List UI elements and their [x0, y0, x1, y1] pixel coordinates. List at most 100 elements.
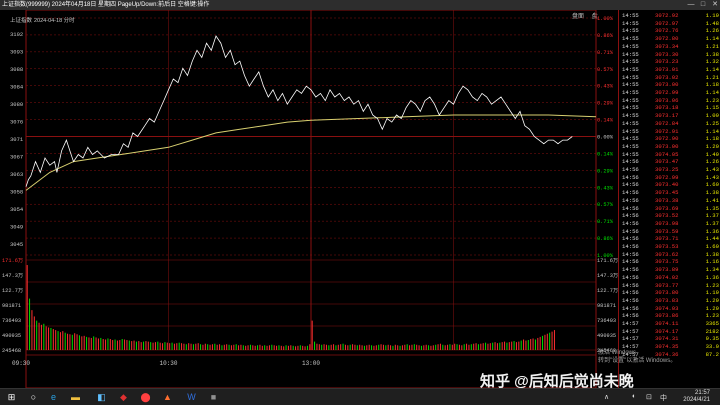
clock-date: 2024/4/21	[683, 397, 710, 403]
tick-price: 3073.47	[655, 158, 679, 166]
tray-chevron-icon[interactable]: ∧	[604, 393, 609, 401]
maximize-button[interactable]: □	[698, 0, 708, 10]
tick-row: 14:55 3073.18 1.15	[619, 104, 720, 112]
tick-time: 14:55	[622, 104, 639, 112]
tick-time: 14:56	[622, 166, 639, 173]
tick-row: 14:56 3072.99 1.43	[619, 174, 720, 182]
tick-price: 3073.80	[655, 289, 679, 297]
tick-volume: 1.26	[705, 27, 719, 35]
tick-row: 14:55 3072.99 1.14	[619, 89, 720, 97]
percent-label: 0.29%	[597, 101, 614, 107]
tick-time: 14:56	[622, 196, 639, 204]
time-label: 09:30	[12, 360, 30, 367]
tick-row: 14:56 3073.47 1.26	[619, 158, 720, 166]
tick-price: 3073.18	[655, 104, 679, 112]
volume-label: 245468	[2, 348, 21, 354]
tick-row: 14:55 3073.23 1.32	[619, 58, 720, 66]
tick-volume: 1.23	[705, 281, 719, 289]
tick-row: 14:56 3073.45 1.38	[619, 189, 720, 197]
tick-time: 14:57	[622, 335, 639, 343]
tick-price: 3073.17	[655, 112, 679, 120]
tick-volume: 1.60	[705, 181, 719, 189]
tick-price: 3073.77	[655, 281, 679, 289]
tick-detail-list[interactable]: 14:55 3072.92 1.19 14:55 3072.97 1.48 14:55 307…	[618, 10, 720, 388]
time-axis: 09:30 10:30 13:00	[12, 360, 320, 367]
tick-time: 14:56	[622, 266, 639, 274]
search-icon[interactable]: ○	[28, 392, 39, 403]
tick-row: 14:55 3073.17 1.09	[619, 112, 720, 120]
tick-volume: 1.38	[705, 189, 719, 197]
edge-browser-icon[interactable]: e	[48, 392, 59, 403]
title-bar: 上证指数(999999) 2024年04月18日 星期四 PageUp/Down…	[0, 0, 720, 10]
tick-price: 3073.00	[655, 81, 679, 89]
app-grey-icon[interactable]: ■	[208, 392, 219, 403]
percent-label: 0.29%	[597, 168, 614, 174]
tick-volume: 87.2	[705, 350, 719, 358]
tick-time: 14:56	[622, 173, 639, 181]
folder-icon[interactable]: ▬	[70, 392, 81, 403]
speaker-icon[interactable]: ◐	[632, 393, 636, 400]
activate-title: 激活 Windows	[598, 350, 637, 356]
tick-row: 14:55 3073.00 1.20	[619, 143, 720, 151]
price-label: 3058	[10, 189, 23, 196]
app-orange-icon[interactable]: ▲	[162, 392, 173, 403]
tick-time: 14:56	[622, 227, 639, 235]
tick-row: 14:56 3073.38 1.41	[619, 197, 720, 205]
window-title: 上证指数(999999) 2024年04月18日 星期四 PageUp/Down…	[2, 2, 210, 8]
tick-price: 3073.45	[655, 189, 679, 197]
tick-row: 14:55 3073.06 1.23	[619, 97, 720, 105]
tick-row: 14:55 3072.92 1.19	[619, 12, 720, 20]
volume-label: 147.3万	[597, 272, 618, 279]
ime-icon[interactable]: 中	[660, 393, 667, 403]
tick-price: 3073.23	[655, 58, 679, 66]
tick-volume: 1.48	[705, 19, 719, 27]
intraday-chart[interactable]: 上证指数 2024-04-18 分时 310230933088308430803…	[0, 10, 618, 388]
volume-label: 981871	[2, 303, 21, 309]
tick-time: 14:55	[622, 73, 639, 81]
tick-volume: 1.19	[705, 12, 719, 19]
price-line	[25, 35, 573, 187]
tick-time: 14:55	[622, 27, 639, 35]
tick-volume: 1.14	[705, 35, 719, 43]
minimize-button[interactable]: —	[686, 0, 696, 10]
tick-row: 14:55 3073.01 1.14	[619, 66, 720, 74]
tick-row: 14:56 3073.98 1.37	[619, 220, 720, 228]
store-icon[interactable]: ◧	[96, 392, 107, 403]
percent-label: 0.14%	[597, 118, 614, 124]
tick-volume: 1.43	[705, 173, 719, 181]
tick-row: 14:56 3073.53 1.60	[619, 243, 720, 251]
tick-row: 14:56 3074.02 1.36	[619, 274, 720, 282]
tick-volume: 1.18	[705, 135, 719, 143]
volume-label: 490935	[597, 333, 616, 339]
tick-time: 14:56	[622, 243, 639, 250]
start-icon[interactable]: ⊞	[6, 392, 17, 403]
tick-price: 3072.92	[655, 12, 679, 19]
tick-time: 14:55	[622, 42, 639, 50]
close-button[interactable]: ✕	[710, 0, 720, 10]
network-icon[interactable]: ⊡	[646, 393, 652, 401]
chart-grid	[25, 10, 597, 388]
volume-axis-left: 171.6万 147.3万 122.7万 981871 736403 490935 2454…	[2, 257, 23, 354]
tick-price: 3073.98	[655, 219, 679, 227]
tick-time: 14:56	[622, 289, 639, 297]
activate-windows-notice: 激活 Windows 转到"设置"以激活 Windows。	[598, 349, 676, 365]
tick-time: 14:56	[622, 219, 639, 227]
tick-row: 14:57 3074.11 3365	[619, 320, 720, 328]
price-label: 3071	[10, 136, 24, 143]
word-icon[interactable]: W	[186, 392, 197, 403]
tick-price: 3073.53	[655, 243, 679, 250]
tick-time: 14:55	[622, 142, 639, 150]
price-label: 3102	[10, 31, 23, 38]
trading-app-icon[interactable]: ◆	[118, 392, 129, 403]
tick-price: 3072.99	[655, 89, 679, 96]
tick-price: 3072.90	[655, 135, 679, 143]
tick-row: 14:55 3072.76 1.26	[619, 27, 720, 35]
tick-row: 14:55 3072.97 1.48	[619, 20, 720, 28]
tick-price: 3073.86	[655, 312, 679, 320]
app-red-icon[interactable]: ⬤	[140, 392, 151, 403]
tick-price: 3074.05	[655, 150, 679, 158]
tick-price: 3073.71	[655, 235, 679, 243]
taskbar-clock[interactable]: 21:57 2024/4/21	[683, 390, 710, 404]
tick-row: 14:56 3073.77 1.23	[619, 282, 720, 290]
tick-time: 14:55	[622, 127, 639, 135]
